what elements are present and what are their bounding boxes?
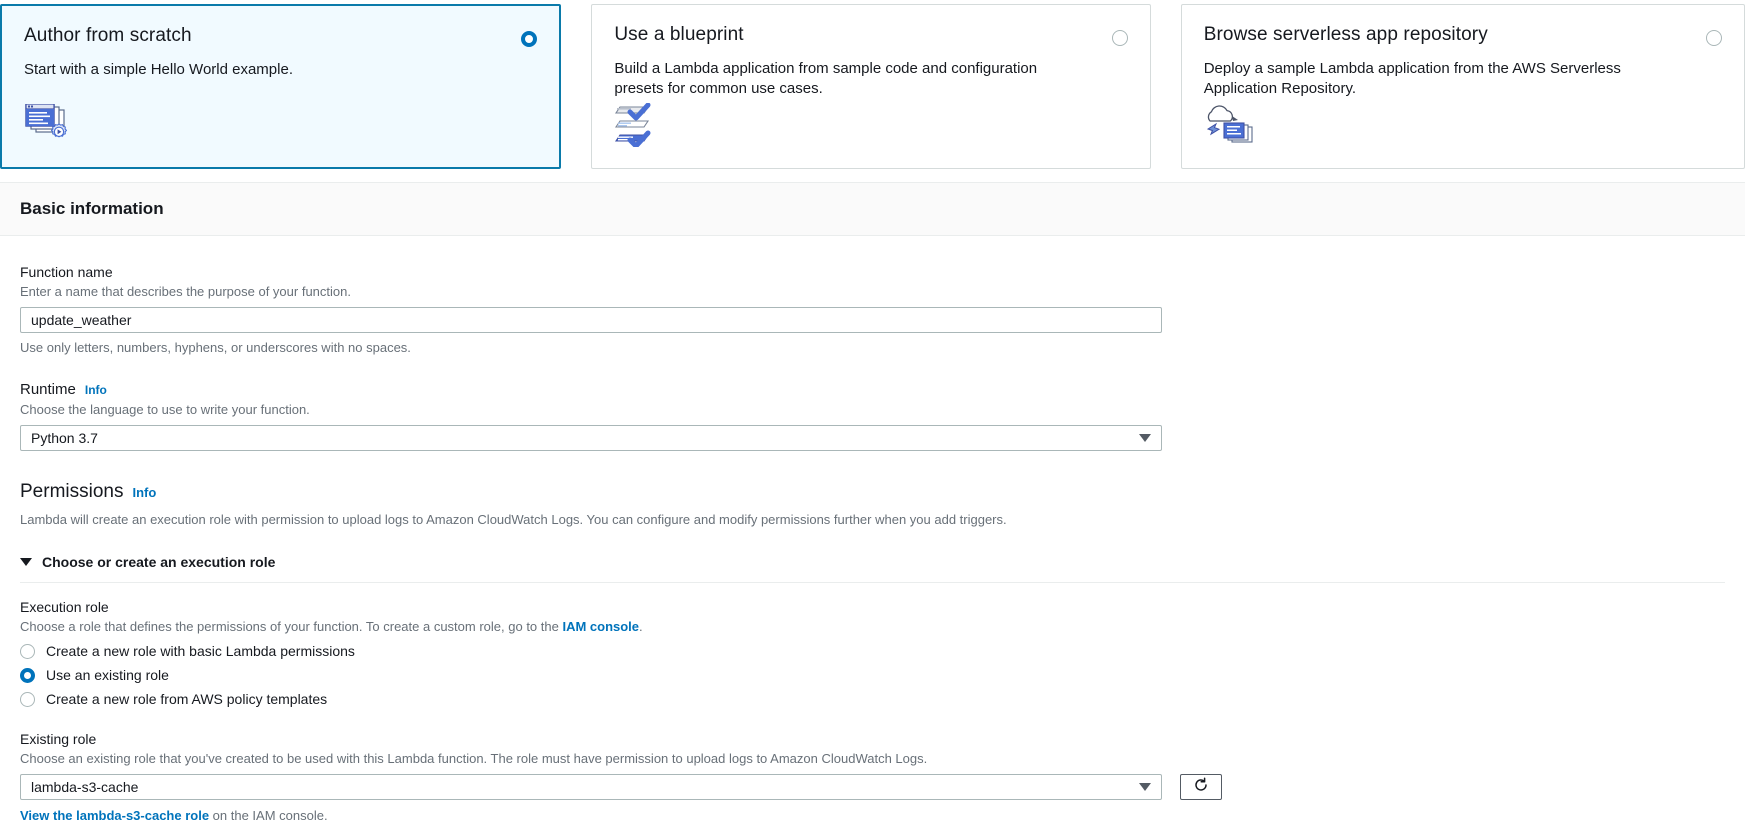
permissions-heading-row: Permissions Info — [20, 481, 1725, 503]
radio-icon[interactable] — [20, 644, 35, 659]
form-body: Function name Enter a name that describe… — [0, 264, 1745, 823]
card-description: Build a Lambda application from sample c… — [614, 59, 1127, 99]
radio-option-use-existing-role[interactable]: Use an existing role — [20, 667, 1725, 683]
runtime-label: Runtime — [20, 381, 76, 398]
execution-role-expander-label: Choose or create an execution role — [42, 554, 275, 570]
execution-role-expander[interactable]: Choose or create an execution role — [20, 554, 1725, 583]
runtime-label-row: Runtime Info — [20, 381, 1725, 398]
permissions-info-link[interactable]: Info — [132, 485, 156, 500]
blueprint-checklist-icon — [614, 103, 660, 152]
radio-label: Use an existing role — [46, 667, 169, 683]
function-name-description: Enter a name that describes the purpose … — [20, 283, 1725, 300]
radio-label: Create a new role with basic Lambda perm… — [46, 643, 355, 659]
refresh-icon — [1193, 777, 1209, 798]
function-name-label: Function name — [20, 264, 1725, 280]
card-author-from-scratch[interactable]: Author from scratch Start with a simple … — [0, 4, 561, 169]
card-browse-serverless-app-repository[interactable]: Browse serverless app repository Deploy … — [1181, 4, 1745, 169]
permissions-description: Lambda will create an execution role wit… — [20, 511, 1725, 528]
execution-role-label: Execution role — [20, 599, 1725, 615]
card-title: Browse serverless app repository — [1204, 23, 1722, 47]
execution-role-description-after: . — [639, 619, 643, 634]
permissions-heading: Permissions — [20, 481, 123, 503]
view-role-rest-text: on the IAM console. — [209, 808, 328, 823]
function-name-hint: Use only letters, numbers, hyphens, or u… — [20, 340, 1725, 355]
radio-icon[interactable] — [20, 692, 35, 707]
function-name-value: update_weather — [31, 312, 131, 328]
existing-role-label: Existing role — [20, 731, 1725, 747]
card-radio-use-a-blueprint[interactable] — [1112, 30, 1128, 46]
cloud-deploy-icon — [1204, 105, 1254, 152]
radio-label: Create a new role from AWS policy templa… — [46, 691, 327, 707]
execution-role-description: Choose a role that defines the permissio… — [20, 618, 1725, 635]
runtime-selected-value: Python 3.7 — [31, 430, 98, 446]
chevron-down-icon — [1139, 783, 1151, 791]
chevron-down-icon — [20, 558, 32, 566]
card-description: Start with a simple Hello World example. — [24, 60, 537, 80]
existing-role-row: lambda-s3-cache — [20, 767, 1725, 800]
refresh-roles-button[interactable] — [1180, 774, 1222, 800]
view-role-link[interactable]: View the lambda-s3-cache role — [20, 808, 209, 823]
chevron-down-icon — [1139, 434, 1151, 442]
basic-information-panel-header: Basic information — [0, 182, 1745, 236]
radio-icon[interactable] — [20, 668, 35, 683]
card-use-a-blueprint[interactable]: Use a blueprint Build a Lambda applicati… — [591, 4, 1150, 169]
existing-role-select[interactable]: lambda-s3-cache — [20, 774, 1162, 800]
code-window-gear-icon — [24, 104, 70, 151]
page-title: Basic information — [20, 199, 164, 219]
existing-role-description: Choose an existing role that you've crea… — [20, 750, 1725, 767]
card-radio-browse-serverless-app-repository[interactable] — [1706, 30, 1722, 46]
runtime-description: Choose the language to use to write your… — [20, 401, 1725, 418]
existing-role-selected-value: lambda-s3-cache — [31, 779, 138, 795]
card-title: Use a blueprint — [614, 23, 1127, 47]
runtime-info-link[interactable]: Info — [85, 383, 107, 397]
runtime-select[interactable]: Python 3.7 — [20, 425, 1162, 451]
radio-option-create-new-role-basic[interactable]: Create a new role with basic Lambda perm… — [20, 643, 1725, 659]
creation-method-card-group: Author from scratch Start with a simple … — [0, 0, 1745, 172]
radio-option-create-new-role-from-templates[interactable]: Create a new role from AWS policy templa… — [20, 691, 1725, 707]
card-description: Deploy a sample Lambda application from … — [1204, 59, 1722, 99]
execution-role-description-before: Choose a role that defines the permissio… — [20, 619, 562, 634]
function-name-input[interactable]: update_weather — [20, 307, 1162, 333]
lambda-create-function-page: Author from scratch Start with a simple … — [0, 0, 1745, 827]
iam-console-link[interactable]: IAM console — [562, 619, 639, 634]
existing-role-footer-note: View the lambda-s3-cache role on the IAM… — [20, 808, 1725, 823]
card-title: Author from scratch — [24, 24, 537, 48]
